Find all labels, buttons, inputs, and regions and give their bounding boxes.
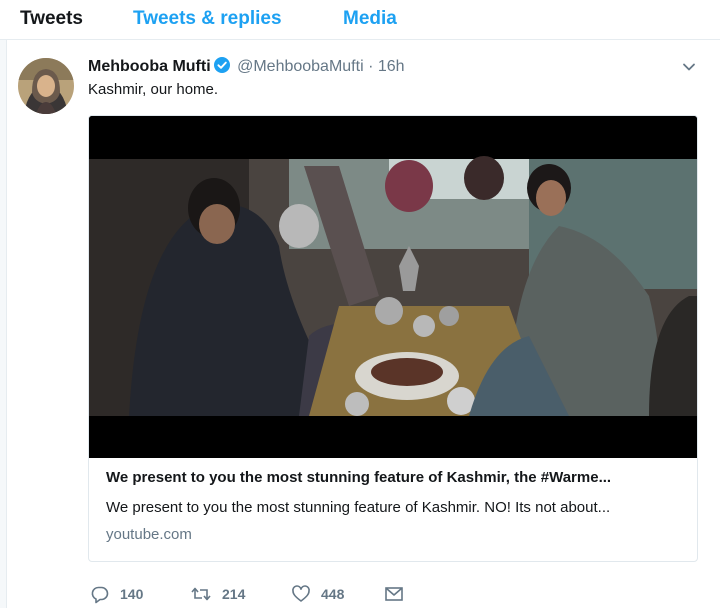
card-description: We present to you the most stunning feat… <box>106 499 611 516</box>
tab-media[interactable]: Media <box>343 7 397 31</box>
direct-message-button[interactable] <box>384 584 404 604</box>
tab-tweets[interactable]: Tweets <box>20 7 83 31</box>
reply-button[interactable]: 140 <box>90 584 143 604</box>
retweet-button[interactable]: 214 <box>190 584 245 604</box>
like-count: 448 <box>321 586 345 602</box>
envelope-icon <box>384 584 404 604</box>
profile-tabs: Tweets Tweets & replies Media <box>0 0 720 40</box>
tweet-timestamp[interactable]: 16h <box>378 58 405 75</box>
like-button[interactable]: 448 <box>291 584 344 604</box>
chevron-down-icon[interactable] <box>682 60 696 74</box>
user-handle[interactable]: @MehboobaMufti <box>237 58 364 75</box>
avatar[interactable] <box>18 58 74 114</box>
heart-icon <box>291 584 311 604</box>
separator-dot: · <box>368 58 374 75</box>
tweet-text: Kashmir, our home. <box>88 81 219 98</box>
card-domain: youtube.com <box>106 526 192 543</box>
link-card[interactable]: We present to you the most stunning feat… <box>88 115 698 562</box>
retweet-icon <box>190 584 212 604</box>
retweet-count: 214 <box>222 586 246 602</box>
timeline: Mehbooba Mufti @MehboobaMufti · 16h Kash… <box>0 40 716 608</box>
reply-icon <box>90 584 110 604</box>
card-video-thumbnail[interactable] <box>89 116 697 458</box>
card-body: We present to you the most stunning feat… <box>106 468 686 545</box>
display-name[interactable]: Mehbooba Mufti <box>88 58 211 75</box>
reply-count: 140 <box>120 586 144 602</box>
verified-badge-icon <box>213 57 230 73</box>
tab-tweets-and-replies[interactable]: Tweets & replies <box>133 7 282 31</box>
tweet[interactable]: Mehbooba Mufti @MehboobaMufti · 16h Kash… <box>6 40 716 608</box>
tweet-header: Mehbooba Mufti @MehboobaMufti · 16h <box>88 57 405 77</box>
card-title: We present to you the most stunning feat… <box>106 469 612 486</box>
